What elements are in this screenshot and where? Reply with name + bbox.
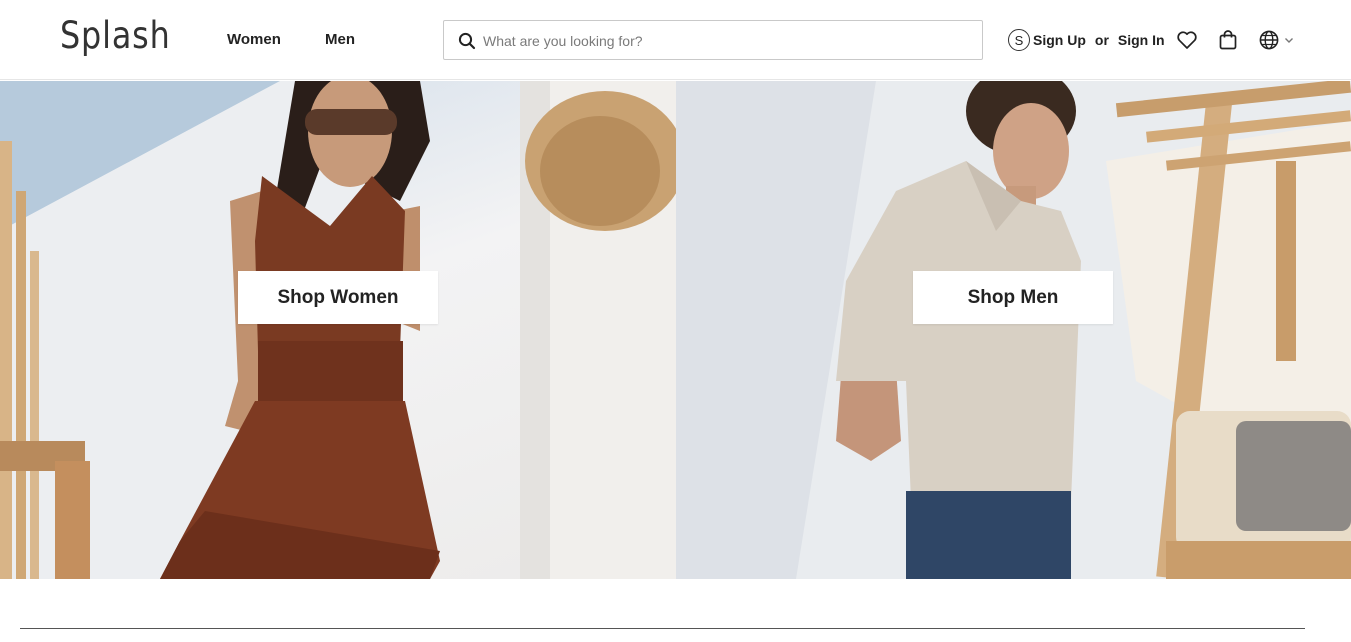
or-separator: or bbox=[1094, 32, 1109, 48]
heart-icon[interactable] bbox=[1176, 29, 1198, 51]
women-hero-image bbox=[0, 81, 676, 579]
user-s-icon: S bbox=[1008, 29, 1030, 51]
men-hero-image bbox=[676, 81, 1351, 579]
shopping-bag-icon[interactable] bbox=[1217, 29, 1239, 51]
site-header: Splash Women Men S Sign Up or Sign In bbox=[0, 0, 1351, 80]
logo[interactable]: Splash bbox=[60, 14, 171, 57]
sign-in-link[interactable]: Sign In bbox=[1118, 32, 1165, 48]
search-input[interactable] bbox=[483, 30, 963, 52]
globe-icon[interactable] bbox=[1258, 29, 1280, 51]
search-icon[interactable] bbox=[458, 32, 476, 50]
nav-link-men[interactable]: Men bbox=[325, 31, 355, 48]
search-bar[interactable] bbox=[443, 20, 983, 60]
hero-women-panel[interactable]: Shop Women bbox=[0, 81, 676, 579]
section-divider bbox=[20, 628, 1305, 629]
shop-women-button[interactable]: Shop Women bbox=[238, 271, 438, 324]
shop-men-button[interactable]: Shop Men bbox=[913, 271, 1113, 324]
sign-up-link[interactable]: Sign Up bbox=[1033, 32, 1086, 48]
account-links: S Sign Up or Sign In bbox=[1008, 29, 1165, 51]
nav-link-women[interactable]: Women bbox=[227, 31, 281, 48]
chevron-down-icon[interactable] bbox=[1284, 35, 1294, 45]
hero-men-panel[interactable]: Shop Men bbox=[676, 81, 1351, 579]
